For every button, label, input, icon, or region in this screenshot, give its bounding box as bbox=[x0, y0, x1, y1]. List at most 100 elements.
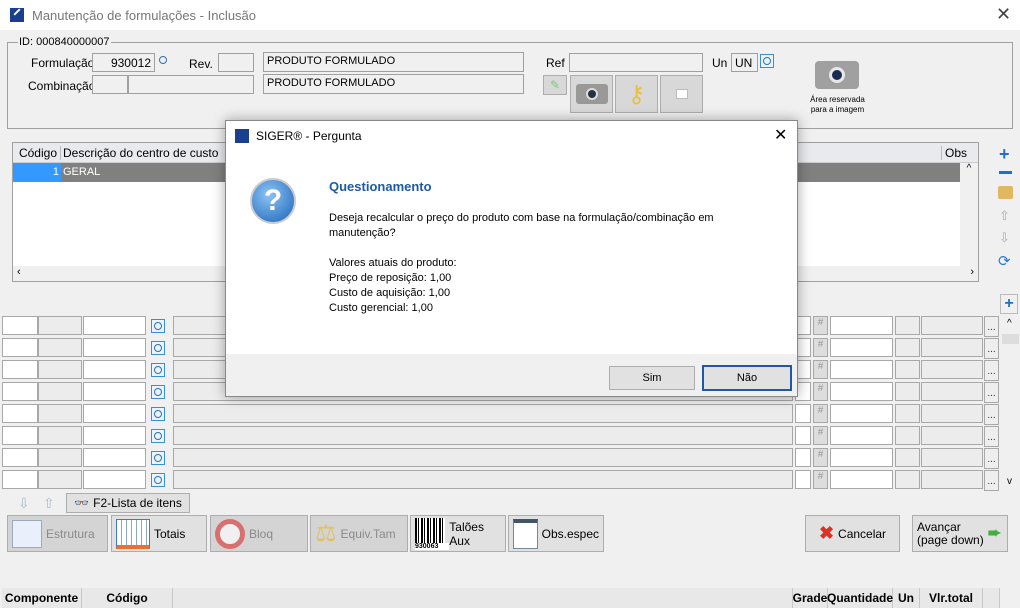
un-cell[interactable] bbox=[895, 426, 920, 445]
yes-button[interactable]: Sim bbox=[609, 366, 695, 390]
estrutura-button[interactable]: Estrutura bbox=[7, 515, 108, 552]
more-button[interactable]: ... bbox=[984, 404, 999, 425]
grade-button[interactable]: # bbox=[813, 426, 828, 445]
col-codigo[interactable]: Código bbox=[82, 588, 173, 608]
search-icon[interactable] bbox=[151, 319, 165, 333]
vlr-total-cell[interactable] bbox=[921, 382, 983, 401]
grade-cell[interactable] bbox=[795, 448, 811, 467]
cancel-button[interactable]: ✖ Cancelar bbox=[805, 515, 900, 552]
vlr-total-cell[interactable] bbox=[921, 448, 983, 467]
attach-button[interactable] bbox=[660, 75, 703, 113]
un-cell[interactable] bbox=[895, 404, 920, 423]
col-vlr-total[interactable]: Vlr.total bbox=[920, 588, 983, 608]
more-button[interactable]: ... bbox=[984, 338, 999, 359]
col-quantidade[interactable]: Quantidade bbox=[827, 588, 893, 608]
search-icon[interactable] bbox=[157, 54, 171, 68]
componente-cell[interactable] bbox=[2, 426, 38, 445]
vlr-total-cell[interactable] bbox=[921, 404, 983, 423]
col-codigo[interactable]: Código bbox=[13, 146, 61, 160]
advance-button[interactable]: Avançar (page down) ➨ bbox=[912, 515, 1008, 552]
componente-cell[interactable] bbox=[2, 316, 38, 335]
descricao-cell[interactable] bbox=[173, 426, 793, 445]
vlr-total-cell[interactable] bbox=[921, 470, 983, 489]
col-componente[interactable]: Componente bbox=[2, 588, 82, 608]
codigo-cell[interactable] bbox=[83, 470, 146, 489]
search-icon[interactable] bbox=[151, 363, 165, 377]
grade-button[interactable]: # bbox=[813, 382, 828, 401]
componente-desc-cell[interactable] bbox=[38, 426, 82, 445]
grade-button[interactable]: # bbox=[813, 338, 828, 357]
arrow-down-icon[interactable]: ⇩ bbox=[18, 495, 30, 512]
componente-desc-cell[interactable] bbox=[38, 470, 82, 489]
codigo-cell[interactable] bbox=[83, 360, 146, 379]
obs-espec-button[interactable]: Obs.espec bbox=[508, 515, 604, 552]
rev-field[interactable] bbox=[218, 53, 254, 72]
search-icon[interactable] bbox=[151, 473, 165, 487]
search-icon[interactable] bbox=[151, 341, 165, 355]
arrow-up-icon[interactable]: ⇧ bbox=[43, 495, 55, 512]
search-icon[interactable] bbox=[151, 385, 165, 399]
un-cell[interactable] bbox=[895, 360, 920, 379]
codigo-cell[interactable] bbox=[83, 382, 146, 401]
un-cell[interactable] bbox=[895, 382, 920, 401]
search-icon[interactable] bbox=[151, 407, 165, 421]
ref-field[interactable] bbox=[569, 53, 703, 72]
search-icon[interactable] bbox=[151, 451, 165, 465]
un-field[interactable]: UN bbox=[731, 53, 758, 72]
col-un[interactable]: Un bbox=[893, 588, 920, 608]
componente-desc-cell[interactable] bbox=[38, 448, 82, 467]
grade-button[interactable]: # bbox=[813, 470, 828, 489]
componente-desc-cell[interactable] bbox=[38, 360, 82, 379]
totais-button[interactable]: Totais bbox=[111, 515, 207, 552]
vlr-total-cell[interactable] bbox=[921, 338, 983, 357]
col-descricao[interactable] bbox=[173, 588, 793, 608]
componente-desc-cell[interactable] bbox=[38, 316, 82, 335]
un-cell[interactable] bbox=[895, 316, 920, 335]
camera-button[interactable] bbox=[570, 75, 613, 113]
move-down-icon[interactable]: ⇩ bbox=[999, 230, 1010, 246]
componente-cell[interactable] bbox=[2, 448, 38, 467]
formulacao-field[interactable]: 930012 bbox=[92, 53, 155, 72]
quantidade-cell[interactable] bbox=[830, 382, 893, 401]
quantidade-cell[interactable] bbox=[830, 448, 893, 467]
codigo-cell[interactable] bbox=[83, 426, 146, 445]
bloq-button[interactable]: Bloq bbox=[210, 515, 308, 552]
codigo-cell[interactable] bbox=[83, 338, 146, 357]
more-button[interactable]: ... bbox=[984, 360, 999, 381]
search-icon[interactable] bbox=[151, 429, 165, 443]
note-button[interactable]: ✎ bbox=[543, 75, 567, 95]
codigo-cell[interactable] bbox=[83, 404, 146, 423]
move-up-icon[interactable]: ⇧ bbox=[999, 208, 1010, 224]
items-vertical-scrollbar[interactable]: ^ v bbox=[1002, 316, 1019, 492]
componente-desc-cell[interactable] bbox=[38, 382, 82, 401]
vertical-scrollbar[interactable]: ^ bbox=[960, 163, 978, 266]
grade-cell[interactable] bbox=[795, 404, 811, 423]
more-button[interactable]: ... bbox=[984, 470, 999, 491]
refresh-icon[interactable]: ⟳ bbox=[998, 252, 1011, 270]
quantidade-cell[interactable] bbox=[830, 426, 893, 445]
col-obs[interactable]: Obs bbox=[941, 146, 971, 160]
un-search-icon[interactable] bbox=[760, 54, 774, 68]
equiv-tam-button[interactable]: ⚖ Equiv.Tam bbox=[310, 515, 408, 552]
componente-desc-cell[interactable] bbox=[38, 404, 82, 423]
list-items-button[interactable]: 👓 F2-Lista de itens bbox=[66, 493, 190, 513]
dialog-close-icon[interactable]: ✕ bbox=[774, 125, 787, 145]
remove-icon[interactable] bbox=[999, 171, 1012, 174]
un-cell[interactable] bbox=[895, 448, 920, 467]
add-item-icon[interactable]: + bbox=[1000, 294, 1018, 314]
taloes-aux-button[interactable]: 930063 Talões Aux bbox=[410, 515, 506, 552]
more-button[interactable]: ... bbox=[984, 448, 999, 469]
col-grade[interactable]: Grade bbox=[793, 588, 828, 608]
close-icon[interactable]: ✕ bbox=[996, 4, 1011, 25]
grade-cell[interactable] bbox=[795, 470, 811, 489]
quantidade-cell[interactable] bbox=[830, 316, 893, 335]
descricao-cell[interactable] bbox=[173, 448, 793, 467]
un-cell[interactable] bbox=[895, 338, 920, 357]
quantidade-cell[interactable] bbox=[830, 404, 893, 423]
more-button[interactable]: ... bbox=[984, 316, 999, 337]
combinacao-code-field[interactable] bbox=[92, 75, 128, 94]
add-icon[interactable]: + bbox=[999, 144, 1010, 165]
grade-button[interactable]: # bbox=[813, 316, 828, 335]
componente-desc-cell[interactable] bbox=[38, 338, 82, 357]
more-button[interactable]: ... bbox=[984, 426, 999, 447]
